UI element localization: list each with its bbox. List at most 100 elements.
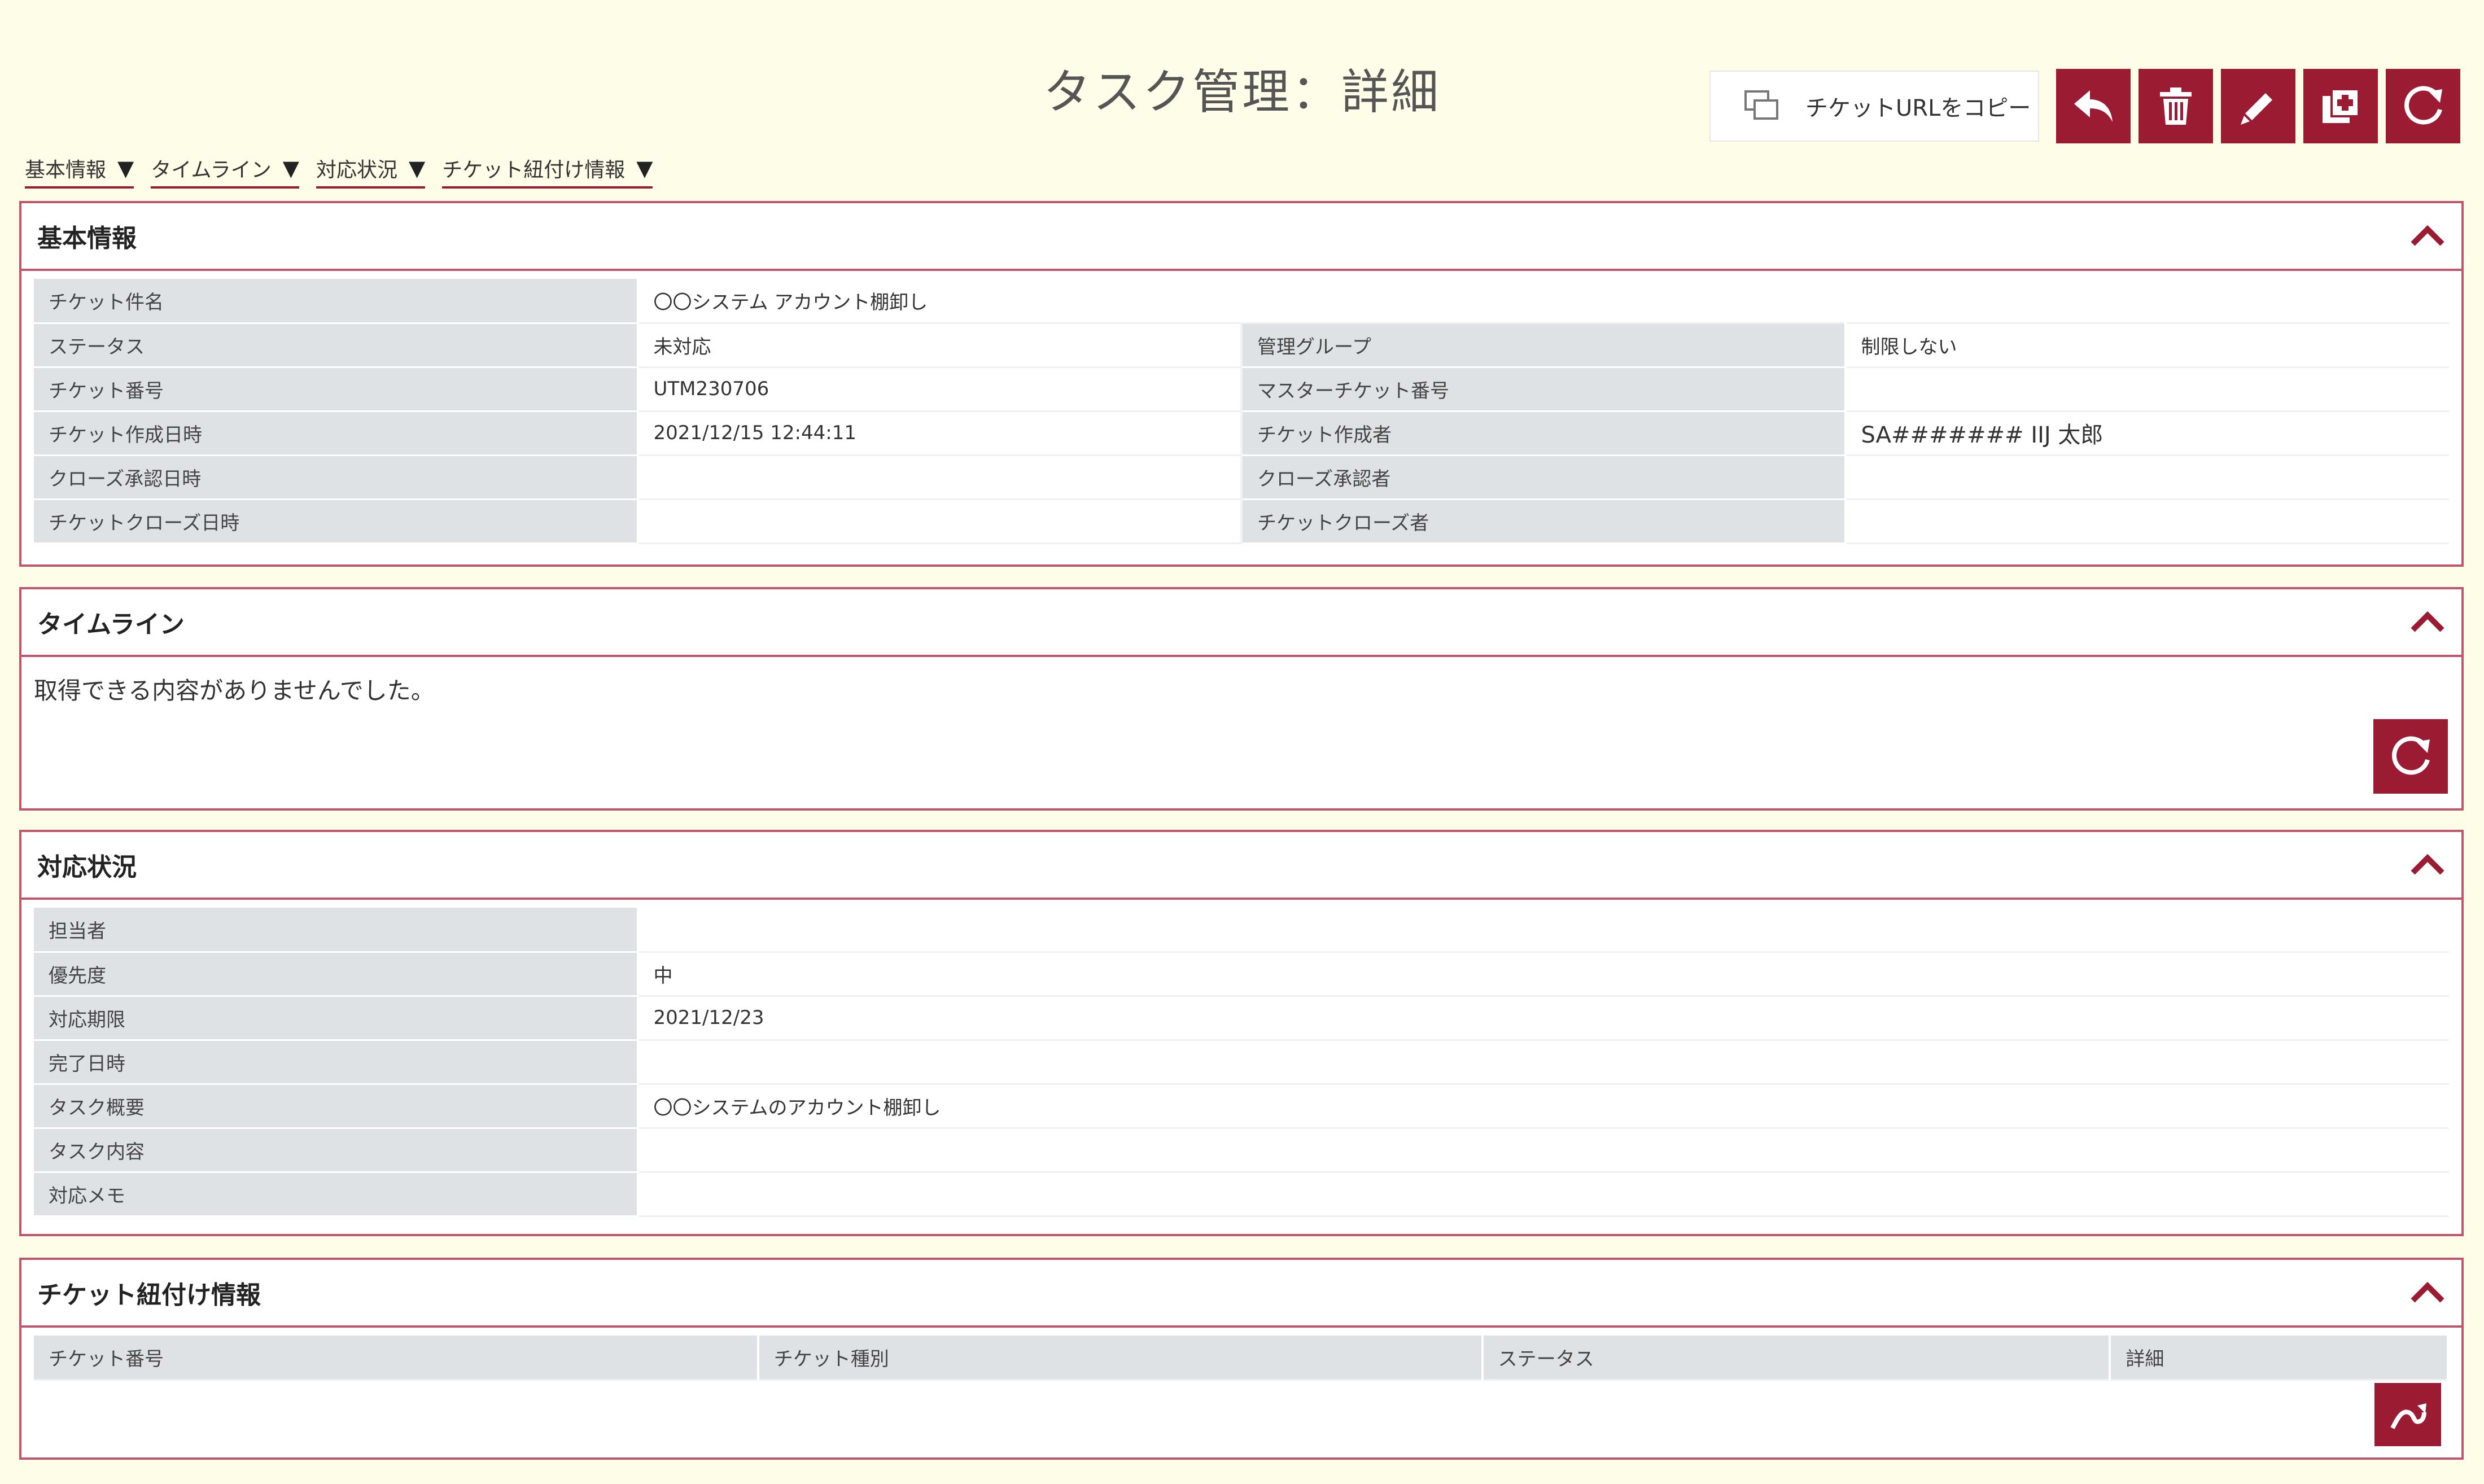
field-label: ステータス xyxy=(34,323,639,368)
timeline-header[interactable]: タイムライン xyxy=(21,589,2461,657)
table-header-row: チケット番号 チケット種別 ステータス 詳細 xyxy=(34,1336,2449,1381)
field-value: 〇〇システムのアカウント棚卸し xyxy=(637,1084,2449,1129)
back-icon xyxy=(2074,90,2113,122)
field-label: 対応メモ xyxy=(34,1172,639,1217)
refresh-icon xyxy=(2391,736,2430,775)
anchor-label: 対応状況 xyxy=(316,159,397,182)
field-label: チケット作成者 xyxy=(1240,411,1847,456)
chevron-up-icon[interactable] xyxy=(2409,225,2446,247)
basic-info-table: チケット件名 〇〇システム アカウント棚卸し ステータス 未対応 管理グループ … xyxy=(34,279,2449,544)
timeline-panel: タイムライン 取得できる内容がありませんでした。 xyxy=(19,587,2464,811)
field-value: 2021/12/15 12:44:11 xyxy=(637,411,1241,456)
field-value xyxy=(637,455,1241,500)
field-value: 〇〇システム アカウント棚卸し xyxy=(637,279,2449,324)
chevron-up-icon[interactable] xyxy=(2409,611,2446,633)
field-value: 制限しない xyxy=(1845,323,2449,368)
column-header: 詳細 xyxy=(2110,1336,2449,1381)
anchor-status[interactable]: 対応状況 ▼ xyxy=(316,154,426,189)
timeline-refresh-button[interactable] xyxy=(2373,719,2448,794)
table-row: 対応期限 2021/12/23 xyxy=(34,996,2449,1041)
field-label: チケットクローズ者 xyxy=(1240,499,1847,544)
triangle-down-icon: ▼ xyxy=(117,156,134,181)
basic-info-body: チケット件名 〇〇システム アカウント棚卸し ステータス 未対応 管理グループ … xyxy=(21,271,2461,544)
field-label: クローズ承認者 xyxy=(1240,455,1847,500)
field-label: 対応期限 xyxy=(34,996,639,1041)
edit-button[interactable] xyxy=(2221,69,2295,143)
field-value: 未対応 xyxy=(637,323,1241,368)
edit-icon xyxy=(2241,93,2272,125)
field-label: チケット件名 xyxy=(34,279,639,324)
field-label: チケットクローズ日時 xyxy=(34,499,639,544)
field-value xyxy=(1845,455,2449,500)
field-value xyxy=(637,499,1241,544)
duplicate-button[interactable] xyxy=(2303,69,2378,143)
refresh-button[interactable] xyxy=(2386,69,2460,143)
triangle-down-icon: ▼ xyxy=(636,156,653,181)
table-row: クローズ承認日時 クローズ承認者 xyxy=(34,455,2449,500)
table-row: チケット作成日時 2021/12/15 12:44:11 チケット作成者 SA#… xyxy=(34,411,2449,456)
field-label: タスク概要 xyxy=(34,1084,639,1129)
link-icon xyxy=(2390,1403,2426,1429)
panel-title: 対応状況 xyxy=(37,853,137,882)
table-row: チケット番号 UTM230706 マスターチケット番号 xyxy=(34,367,2449,412)
header-toolbar: チケットURLをコピー xyxy=(1709,69,2460,143)
field-value: SA####### IIJ 太郎 xyxy=(1845,411,2449,456)
field-label: タスク内容 xyxy=(34,1128,639,1173)
table-row: 対応メモ xyxy=(34,1172,2449,1217)
refresh-icon xyxy=(2404,86,2442,125)
chevron-up-icon[interactable] xyxy=(2409,853,2446,876)
status-panel: 対応状況 担当者 優先度 中 対応期限 2021/12/23 完了日時 タスク概… xyxy=(19,830,2464,1236)
ticket-relations-header[interactable]: チケット紐付け情報 xyxy=(21,1260,2461,1328)
copy-icon xyxy=(1744,90,1778,120)
table-row: 完了日時 xyxy=(34,1040,2449,1085)
column-header: チケット番号 xyxy=(34,1336,759,1381)
anchor-ticket-relations[interactable]: チケット紐付け情報 ▼ xyxy=(442,154,653,189)
field-value xyxy=(637,1040,2449,1085)
anchor-timeline[interactable]: タイムライン ▼ xyxy=(151,154,299,189)
copy-ticket-url-button[interactable]: チケットURLをコピー xyxy=(1709,71,2039,142)
field-value xyxy=(1845,367,2449,412)
status-header[interactable]: 対応状況 xyxy=(21,832,2461,900)
copy-ticket-url-label: チケットURLをコピー xyxy=(1805,95,2031,121)
field-value: 中 xyxy=(637,952,2449,997)
field-label: チケット番号 xyxy=(34,367,639,412)
ticket-relations-panel: チケット紐付け情報 チケット番号 チケット種別 ステータス 詳細 xyxy=(19,1258,2464,1460)
anchor-basic-info[interactable]: 基本情報 ▼ xyxy=(25,154,134,189)
status-body: 担当者 優先度 中 対応期限 2021/12/23 完了日時 タスク概要 〇〇シ… xyxy=(21,900,2461,1217)
panel-title: チケット紐付け情報 xyxy=(37,1281,261,1310)
field-value xyxy=(637,1128,2449,1173)
delete-button[interactable] xyxy=(2138,69,2213,143)
relink-button[interactable] xyxy=(2374,1383,2441,1446)
field-label: 完了日時 xyxy=(34,1040,639,1085)
ticket-relations-table: チケット番号 チケット種別 ステータス 詳細 xyxy=(34,1336,2449,1381)
triangle-down-icon: ▼ xyxy=(282,156,299,181)
table-row: 担当者 xyxy=(34,908,2449,953)
panel-title: タイムライン xyxy=(37,610,185,639)
field-label: 担当者 xyxy=(34,908,639,953)
field-value xyxy=(1845,499,2449,544)
timeline-empty-message: 取得できる内容がありませんでした。 xyxy=(34,677,435,704)
ticket-relations-body: チケット番号 チケット種別 ステータス 詳細 xyxy=(21,1328,2461,1457)
basic-info-header[interactable]: 基本情報 xyxy=(21,203,2461,271)
column-header: ステータス xyxy=(1482,1336,2111,1381)
field-value xyxy=(637,1172,2449,1217)
panel-title: 基本情報 xyxy=(37,224,137,253)
back-button[interactable] xyxy=(2056,69,2131,143)
chevron-up-icon[interactable] xyxy=(2409,1281,2446,1304)
status-table: 担当者 優先度 中 対応期限 2021/12/23 完了日時 タスク概要 〇〇シ… xyxy=(34,908,2449,1217)
duplicate-icon xyxy=(2323,88,2360,123)
field-label: マスターチケット番号 xyxy=(1240,367,1847,412)
field-value xyxy=(637,908,2449,953)
field-label: 管理グループ xyxy=(1240,323,1847,368)
basic-info-panel: 基本情報 チケット件名 〇〇システム アカウント棚卸し ステータス 未対応 管理… xyxy=(19,201,2464,567)
timeline-body: 取得できる内容がありませんでした。 xyxy=(21,657,2461,808)
field-label: 優先度 xyxy=(34,952,639,997)
trash-icon xyxy=(2160,87,2192,125)
table-row: タスク内容 xyxy=(34,1128,2449,1173)
triangle-down-icon: ▼ xyxy=(408,156,426,181)
table-row: 優先度 中 xyxy=(34,952,2449,997)
column-header: チケット種別 xyxy=(758,1336,1484,1381)
field-label: クローズ承認日時 xyxy=(34,455,639,500)
field-label: チケット作成日時 xyxy=(34,411,639,456)
field-value: UTM230706 xyxy=(637,367,1241,412)
